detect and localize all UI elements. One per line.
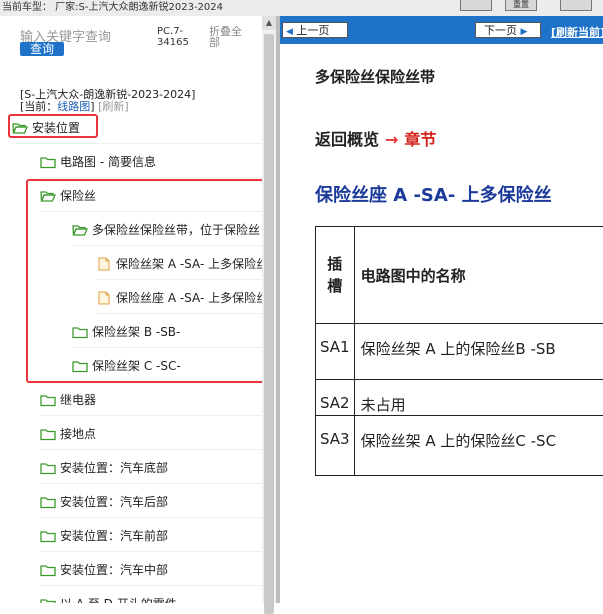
tree-item-label: 保险丝架 A -SA- 上多保险丝 [116, 255, 262, 272]
tree-item-label: 保险丝架 B -SB- [92, 323, 180, 340]
next-page-button[interactable]: 下一页 ▶ [475, 22, 541, 38]
slot-cell: SA2 [316, 380, 355, 416]
name-cell: 保险丝架 A 上的保险丝C -SC [354, 416, 603, 476]
tree-item-label: 接地点 [60, 425, 96, 442]
fuse-table: 插槽 电路图中的名称 SA1保险丝架 A 上的保险丝B -SBSA2未占用SA3… [315, 226, 603, 476]
tree-item-label: 以 A 至 D 开头的零件 [60, 595, 177, 603]
folder-icon [40, 495, 56, 509]
slot-cell: SA3 [316, 416, 355, 476]
navigation-panel: 输入关键字查询 查询 PC.7-34165 折叠全部 [S-上汽大众-朗逸新锐-… [0, 16, 262, 603]
name-cell: 保险丝架 A 上的保险丝B -SB [354, 324, 603, 380]
table-row: SA1保险丝架 A 上的保险丝B -SB [316, 324, 603, 380]
folder-open-icon [12, 121, 28, 135]
back-line: 返回概览 → 章节 [315, 126, 436, 150]
folder-open-icon [40, 189, 56, 203]
page-nav-bar: ◀ 上一页 下一页 ▶ [刷新当前] [280, 16, 603, 44]
section-title: 保险丝座 A -SA- 上多保险丝 [315, 181, 552, 207]
tree-item[interactable]: 保险丝架 C -SC- [72, 350, 262, 382]
table-row: SA3保险丝架 A 上的保险丝C -SC [316, 416, 603, 476]
tree-item[interactable]: 接地点 [40, 418, 262, 450]
name-cell: 未占用 [354, 380, 603, 416]
document-icon [96, 257, 112, 271]
table-row: SA2未占用 [316, 380, 603, 416]
folder-icon [72, 359, 88, 373]
tree-item[interactable]: 电路图 - 简要信息 [40, 146, 262, 178]
tree-item-label: 保险丝 [60, 187, 96, 204]
current-car-info: 当前车型： 厂家:S-上汽大众朗逸新锐2023-2024 [2, 0, 223, 16]
folder-icon [40, 529, 56, 543]
tree-item-label: 安装位置：汽车底部 [60, 459, 168, 476]
folder-icon [40, 461, 56, 475]
prev-page-button[interactable]: ◀ 上一页 [282, 22, 348, 38]
tree-item[interactable]: 安装位置：汽车前部 [40, 520, 262, 552]
tree-item-label: 多保险丝保险丝带，位于保险丝 [92, 221, 260, 238]
reset-button[interactable]: 重置 [505, 0, 537, 11]
scroll-up-icon[interactable]: ▲ [262, 16, 276, 30]
tree-item[interactable]: 安装位置：汽车后部 [40, 486, 262, 518]
document-title: 多保险丝保险丝带 [315, 66, 435, 87]
toolbar-button-3[interactable] [560, 0, 592, 11]
folder-icon [40, 393, 56, 407]
header-slot: 插槽 [316, 227, 355, 324]
folder-icon [40, 563, 56, 577]
tree-item-label: 安装位置：汽车中部 [60, 561, 168, 578]
tree-item-label: 电路图 - 简要信息 [60, 153, 156, 170]
tree-item[interactable]: 安装位置：汽车底部 [40, 452, 262, 484]
document-panel: ◀ 上一页 下一页 ▶ [刷新当前] 多保险丝保险丝带 返回概览 → 章节 保险丝座… [280, 16, 603, 603]
tree-item[interactable]: 安装位置：汽车中部 [40, 554, 262, 586]
document-icon [96, 291, 112, 305]
arrow-left-icon: ◀ [286, 27, 293, 37]
folder-icon [40, 597, 56, 604]
arrow-right-icon: ▶ [521, 27, 528, 37]
tree-item-label: 安装位置 [32, 119, 80, 136]
tree-item[interactable]: 保险丝 [40, 180, 262, 212]
tree-item[interactable]: 安装位置 [12, 112, 262, 144]
header-slot-label: 插槽 [327, 255, 342, 295]
tree-item[interactable]: 继电器 [40, 384, 262, 416]
tree-item-label: 保险丝架 C -SC- [92, 357, 181, 374]
tree-item[interactable]: 保险丝架 A -SA- 上多保险丝 [96, 248, 262, 280]
toolbar-button-1[interactable] [460, 0, 492, 11]
folder-open-icon [72, 223, 88, 237]
folder-icon [40, 155, 56, 169]
tree-item[interactable]: 保险丝架 B -SB- [72, 316, 262, 348]
tree-item-label: 保险丝座 A -SA- 上多保险丝 [116, 289, 262, 306]
arrow-right-red-icon: → [385, 130, 398, 149]
tree-item-label: 安装位置：汽车前部 [60, 527, 168, 544]
header-name: 电路图中的名称 [354, 227, 603, 324]
chapter-link[interactable]: 章节 [404, 130, 436, 149]
tree-item[interactable]: 保险丝座 A -SA- 上多保险丝 [96, 282, 262, 314]
search-button[interactable]: 查询 [20, 42, 64, 56]
folder-icon [40, 427, 56, 441]
refresh-current-link[interactable]: [刷新当前] [551, 24, 603, 40]
folder-icon [72, 325, 88, 339]
scroll-thumb[interactable] [264, 34, 274, 614]
tree-item-label: 继电器 [60, 391, 96, 408]
tree-item-label: 安装位置：汽车后部 [60, 493, 168, 510]
slot-cell: SA1 [316, 324, 355, 380]
back-overview-link[interactable]: 返回概览 [315, 130, 379, 149]
tree-item[interactable]: 多保险丝保险丝带，位于保险丝 [72, 214, 262, 246]
table-header-row: 插槽 电路图中的名称 [316, 227, 603, 324]
top-bar: 当前车型： 厂家:S-上汽大众朗逸新锐2023-2024 重置 [0, 0, 603, 16]
tree-item[interactable]: 以 A 至 D 开头的零件 [40, 588, 262, 603]
pc-code: PC.7-34165 [157, 26, 201, 48]
fold-all-link[interactable]: 折叠全部 [209, 26, 249, 48]
left-scrollbar[interactable]: ▲ [262, 16, 276, 603]
